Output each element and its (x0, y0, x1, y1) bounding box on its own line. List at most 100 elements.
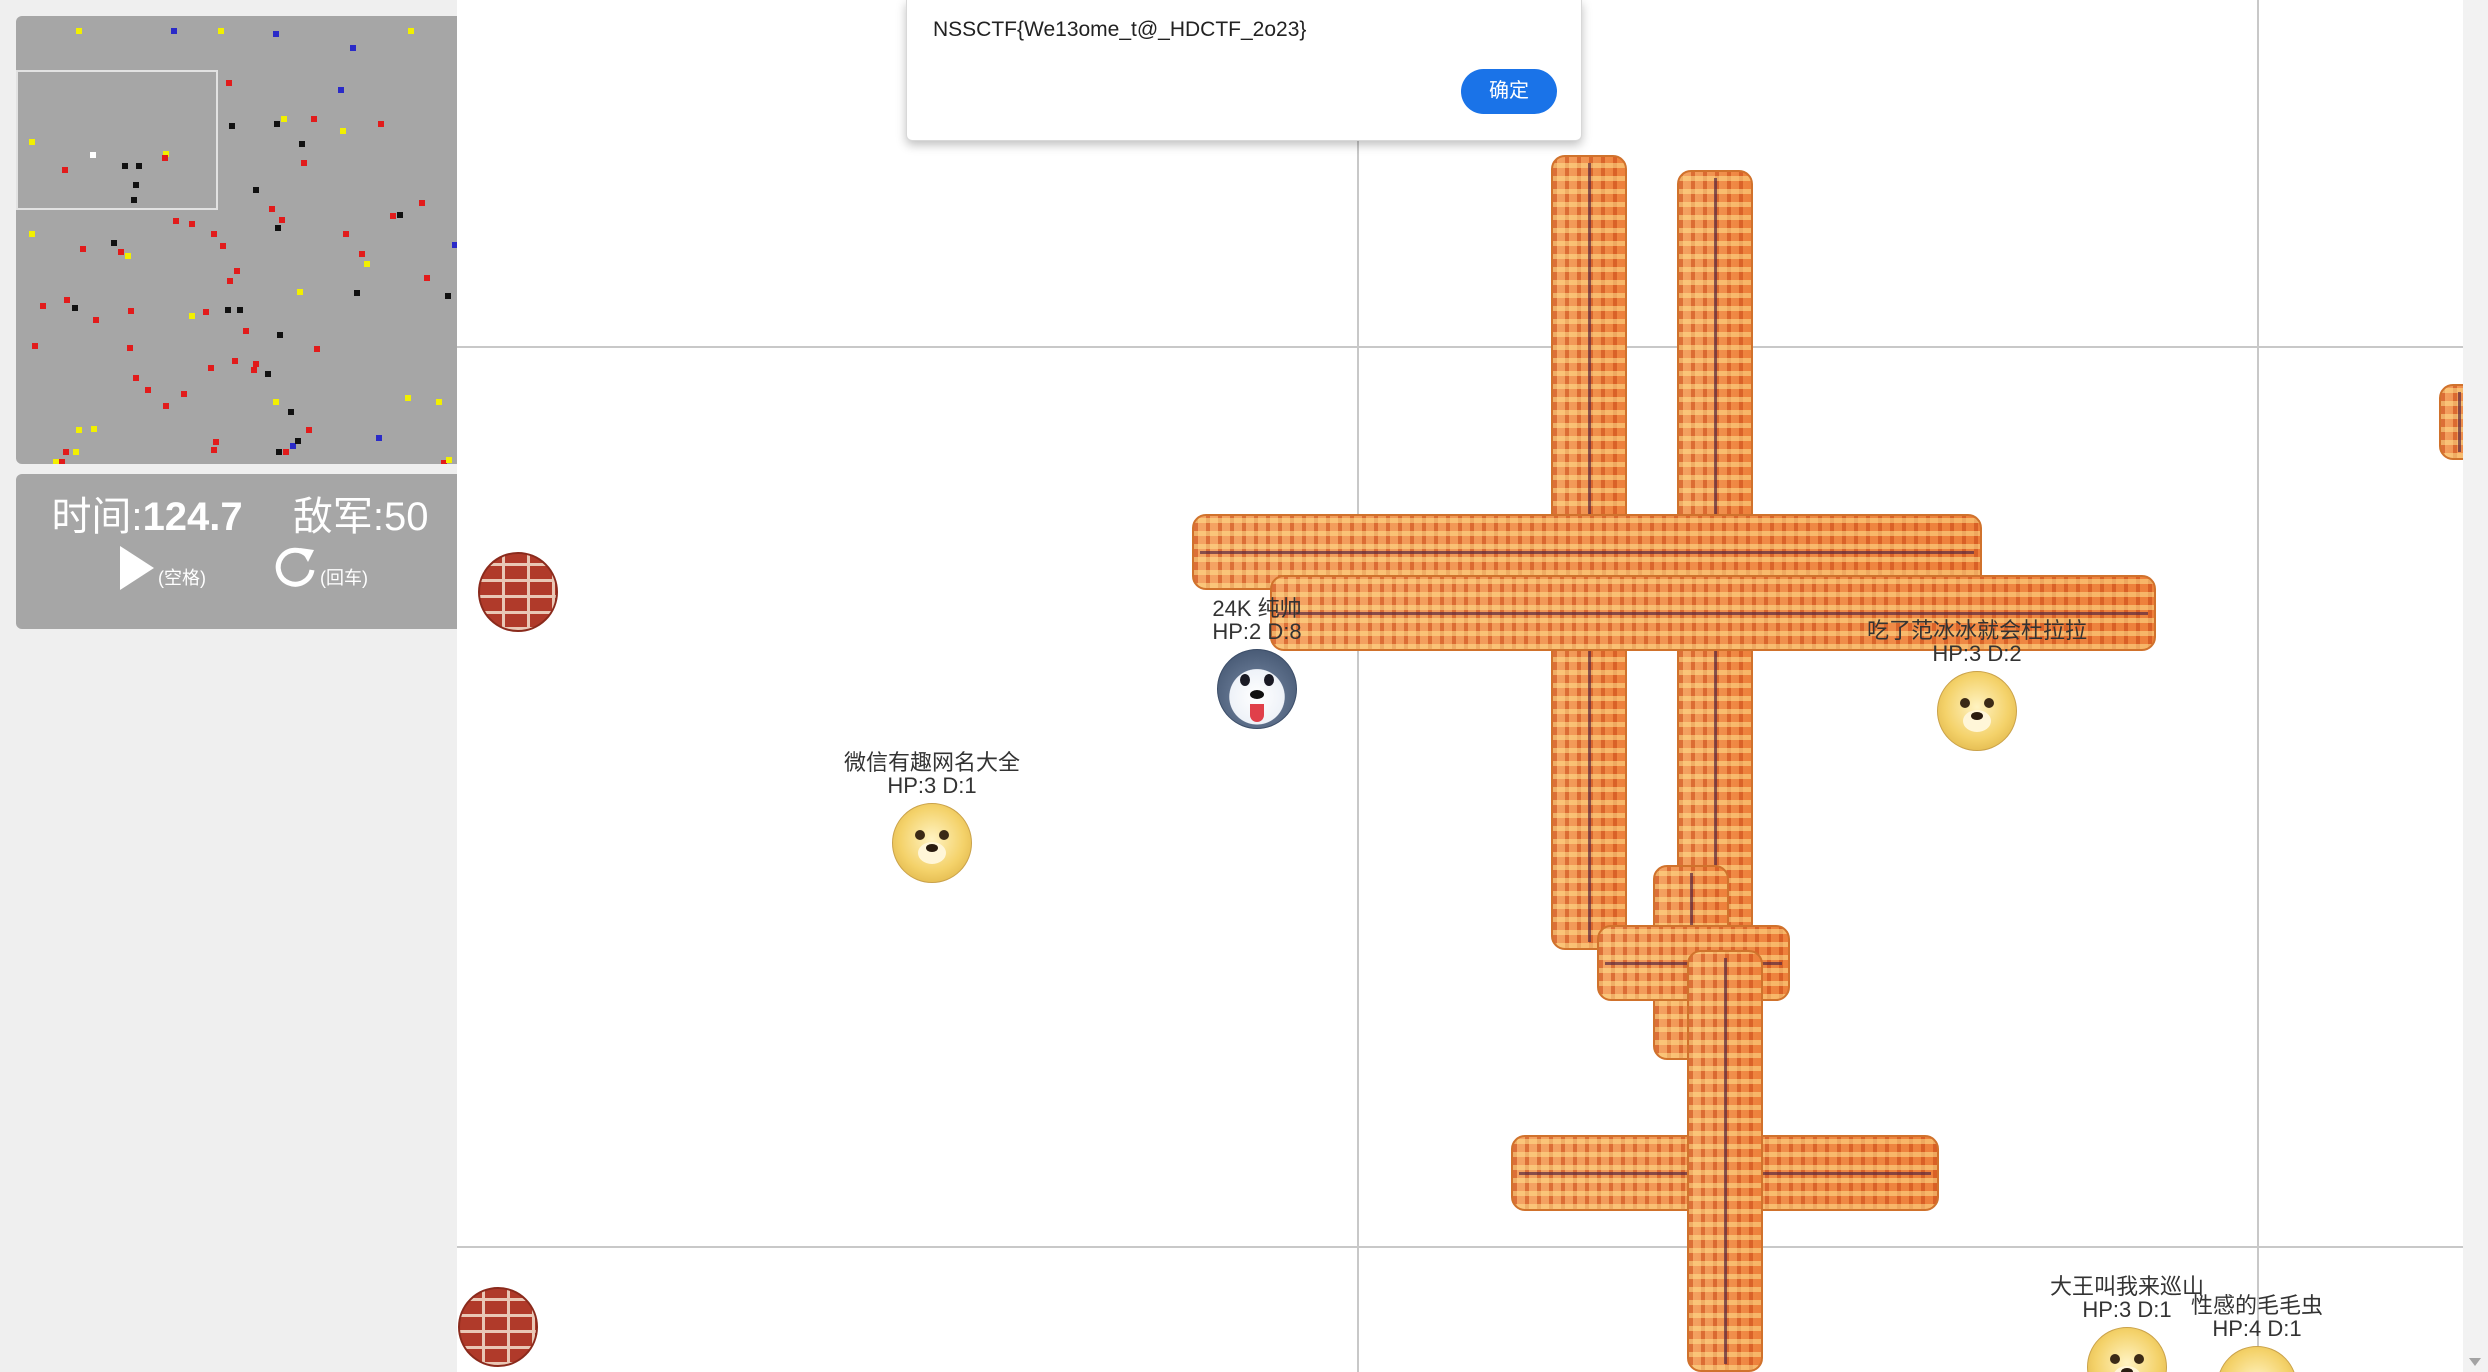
minimap-dot (73, 449, 79, 455)
doge-avatar (1937, 671, 2017, 751)
stats-line: 时间:124.7 敌军:50 (16, 484, 464, 542)
minimap-dot (162, 155, 168, 161)
player-stats: HP:2 D:8 (1212, 619, 1302, 644)
player-name: 性感的毛毛虫 (2190, 1293, 2323, 1318)
alert-message: NSSCTF{We13ome_t@_HDCTF_2o23} (933, 18, 1307, 41)
minimap-dot (376, 435, 382, 441)
fire-explosion (2439, 384, 2463, 460)
minimap-dot (275, 225, 281, 231)
minimap-dot (301, 160, 307, 166)
minimap-dot (408, 28, 414, 34)
minimap-dot (181, 391, 187, 397)
fire-explosion (1687, 950, 1763, 1372)
minimap-dot (62, 167, 68, 173)
vertical-scrollbar[interactable] (2463, 0, 2488, 1372)
minimap-dot (295, 438, 301, 444)
minimap-dot (232, 358, 238, 364)
grid-line (457, 1246, 2463, 1248)
restart-icon (275, 547, 315, 587)
game-field[interactable]: 24K 纯帅 HP:2 D:8 吃了范冰冰就会杜拉拉 HP:3 D:2 微信有趣… (457, 0, 2463, 1372)
enemy-value: 50 (384, 495, 429, 539)
minimap-dot (226, 80, 232, 86)
minimap-dot (229, 123, 235, 129)
minimap-dot (419, 200, 425, 206)
minimap-dot (220, 243, 226, 249)
minimap-dot (251, 367, 257, 373)
alert-dialog: NSSCTF{We13ome_t@_HDCTF_2o23} 确定 (906, 0, 1582, 141)
minimap-dot (72, 305, 78, 311)
minimap-dot (111, 240, 117, 246)
player-stats: HP:3 D:1 (887, 773, 977, 798)
play-button[interactable]: (空格) (116, 544, 206, 592)
restart-key-hint: (回车) (320, 568, 368, 588)
minimap-dot (281, 116, 287, 122)
restart-button[interactable]: (回车) (272, 544, 368, 592)
minimap-dot (163, 403, 169, 409)
minimap-dot (350, 45, 356, 51)
minimap-dot (211, 231, 217, 237)
minimap-dot (208, 365, 214, 371)
minimap-dot (390, 213, 396, 219)
player-name: 微信有趣网名大全 (843, 750, 1020, 775)
minimap-dot (93, 317, 99, 323)
minimap-dot (446, 457, 452, 463)
minimap-dot (125, 253, 131, 259)
minimap-dot (76, 28, 82, 34)
minimap-dot (32, 343, 38, 349)
minimap-dot (273, 399, 279, 405)
info-panel: 时间:124.7 敌军:50 (空格) (回车) (16, 474, 464, 629)
player-fanbingbing: 吃了范冰冰就会杜拉拉 HP:3 D:2 (1827, 619, 2127, 751)
minimap-dot (122, 163, 128, 169)
player-name: 吃了范冰冰就会杜拉拉 (1866, 618, 2087, 643)
minimap-dot (340, 128, 346, 134)
minimap-dot (225, 307, 231, 313)
minimap-dot (189, 221, 195, 227)
minimap-dot (424, 275, 430, 281)
minimap-dot (288, 409, 294, 415)
minimap (16, 16, 464, 464)
minimap-dot (76, 427, 82, 433)
minimap-dot (243, 328, 249, 334)
ok-button[interactable]: 确定 (1461, 69, 1557, 114)
grid-line (1357, 0, 1359, 1372)
play-icon (120, 546, 154, 590)
grid-line (457, 346, 2463, 348)
minimap-dot (274, 121, 280, 127)
minimap-dot (359, 251, 365, 257)
minimap-dot (133, 375, 139, 381)
minimap-dot (445, 293, 451, 299)
player-24k: 24K 纯帅 HP:2 D:8 (1157, 597, 1357, 729)
play-key-hint: (空格) (158, 568, 206, 588)
minimap-dot (354, 290, 360, 296)
doge-avatar (892, 803, 972, 883)
minimap-dot (405, 395, 411, 401)
minimap-dot (59, 459, 65, 464)
minimap-dot (218, 28, 224, 34)
minimap-dot (311, 116, 317, 122)
minimap-dot (338, 87, 344, 93)
minimap-dot (436, 399, 442, 405)
minimap-dot (91, 426, 97, 432)
minimap-dot (80, 246, 86, 252)
minimap-dot (29, 231, 35, 237)
player-weixin: 微信有趣网名大全 HP:3 D:1 (797, 751, 1067, 883)
minimap-dot (118, 249, 124, 255)
minimap-dot (306, 427, 312, 433)
player-stats: HP:3 D:2 (1932, 641, 2022, 666)
minimap-dot (171, 28, 177, 34)
minimap-dot (227, 278, 233, 284)
scroll-down-icon[interactable] (2469, 1358, 2481, 1366)
time-value: 124.7 (142, 495, 243, 539)
enemy-label: 敌军: (292, 495, 385, 539)
minimap-dot (131, 197, 137, 203)
minimap-dot (343, 231, 349, 237)
minimap-dot (203, 309, 209, 315)
minimap-dot (213, 439, 219, 445)
player-name: 24K 纯帅 (1212, 596, 1302, 621)
minimap-dot (253, 187, 259, 193)
minimap-dot (128, 308, 134, 314)
minimap-dot (40, 303, 46, 309)
husky-avatar (1217, 649, 1297, 729)
minimap-dot (364, 261, 370, 267)
minimap-dot (297, 289, 303, 295)
